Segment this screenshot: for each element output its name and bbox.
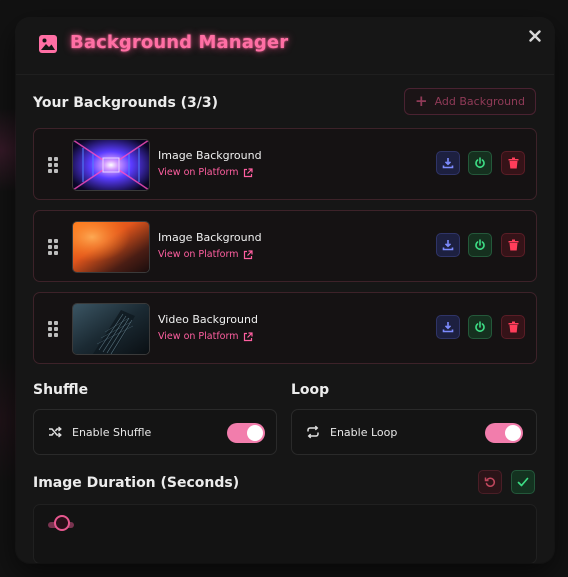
- download-button[interactable]: [436, 315, 460, 339]
- power-button[interactable]: [468, 315, 492, 339]
- background-item: Video Background View on Platform: [33, 292, 537, 364]
- download-icon: [442, 158, 454, 169]
- shuffle-icon: [49, 426, 62, 438]
- background-item: Image Background View on Platform: [33, 210, 537, 282]
- duration-slider-thumb[interactable]: [54, 515, 70, 531]
- external-link-icon: [244, 331, 254, 341]
- image-icon: [39, 35, 57, 53]
- loop-heading: Loop: [291, 382, 330, 398]
- link-label: View on Platform: [158, 331, 239, 342]
- shuffle-label: Enable Shuffle: [72, 426, 152, 439]
- add-background-label: Add Background: [434, 95, 525, 108]
- toggle-knob: [505, 425, 521, 441]
- add-background-button[interactable]: + Add Background: [404, 88, 536, 115]
- dialog-header: Background Manager: [16, 18, 554, 75]
- download-icon: [442, 240, 454, 251]
- power-icon: [475, 321, 485, 332]
- trash-icon: [508, 321, 518, 333]
- shuffle-option: Enable Shuffle: [33, 409, 277, 455]
- download-icon: [442, 322, 454, 333]
- power-button[interactable]: [468, 151, 492, 175]
- close-icon: [529, 30, 541, 42]
- image-duration-heading: Image Duration (Seconds): [33, 475, 240, 491]
- loop-toggle[interactable]: [485, 423, 523, 443]
- view-on-platform-link[interactable]: View on Platform: [158, 331, 254, 342]
- drag-handle-icon[interactable]: [48, 239, 58, 255]
- drag-handle-icon[interactable]: [48, 157, 58, 173]
- duration-slider-container: [33, 504, 537, 563]
- dialog-title: Background Manager: [70, 32, 289, 53]
- view-on-platform-link[interactable]: View on Platform: [158, 249, 254, 260]
- confirm-duration-button[interactable]: [511, 470, 535, 494]
- background-item: Image Background View on Platform: [33, 128, 537, 200]
- background-name: Video Background: [158, 313, 258, 326]
- power-icon: [475, 239, 485, 250]
- external-link-icon: [244, 167, 254, 177]
- trash-icon: [508, 239, 518, 251]
- background-name: Image Background: [158, 231, 262, 244]
- undo-icon: [484, 477, 496, 487]
- background-thumbnail: [72, 221, 150, 273]
- drag-handle-icon[interactable]: [48, 321, 58, 337]
- shuffle-heading: Shuffle: [33, 382, 89, 398]
- download-button[interactable]: [436, 233, 460, 257]
- background-name: Image Background: [158, 149, 262, 162]
- link-label: View on Platform: [158, 249, 239, 260]
- loop-label: Enable Loop: [330, 426, 398, 439]
- delete-button[interactable]: [501, 151, 525, 175]
- loop-option: Enable Loop: [291, 409, 537, 455]
- download-button[interactable]: [436, 151, 460, 175]
- reset-duration-button[interactable]: [478, 470, 502, 494]
- repeat-icon: [307, 425, 319, 439]
- close-button[interactable]: [524, 25, 546, 47]
- background-thumbnail: [72, 303, 150, 355]
- power-icon: [475, 157, 485, 168]
- background-thumbnail: [72, 139, 150, 191]
- link-label: View on Platform: [158, 167, 239, 178]
- delete-button[interactable]: [501, 315, 525, 339]
- trash-icon: [508, 157, 518, 169]
- check-icon: [517, 477, 529, 487]
- power-button[interactable]: [468, 233, 492, 257]
- backgrounds-heading: Your Backgrounds (3/3): [33, 95, 219, 111]
- delete-button[interactable]: [501, 233, 525, 257]
- view-on-platform-link[interactable]: View on Platform: [158, 167, 254, 178]
- external-link-icon: [244, 249, 254, 259]
- toggle-knob: [247, 425, 263, 441]
- shuffle-toggle[interactable]: [227, 423, 265, 443]
- plus-icon: +: [415, 92, 428, 110]
- background-manager-dialog: Background Manager Your Backgrounds (3/3…: [16, 18, 554, 563]
